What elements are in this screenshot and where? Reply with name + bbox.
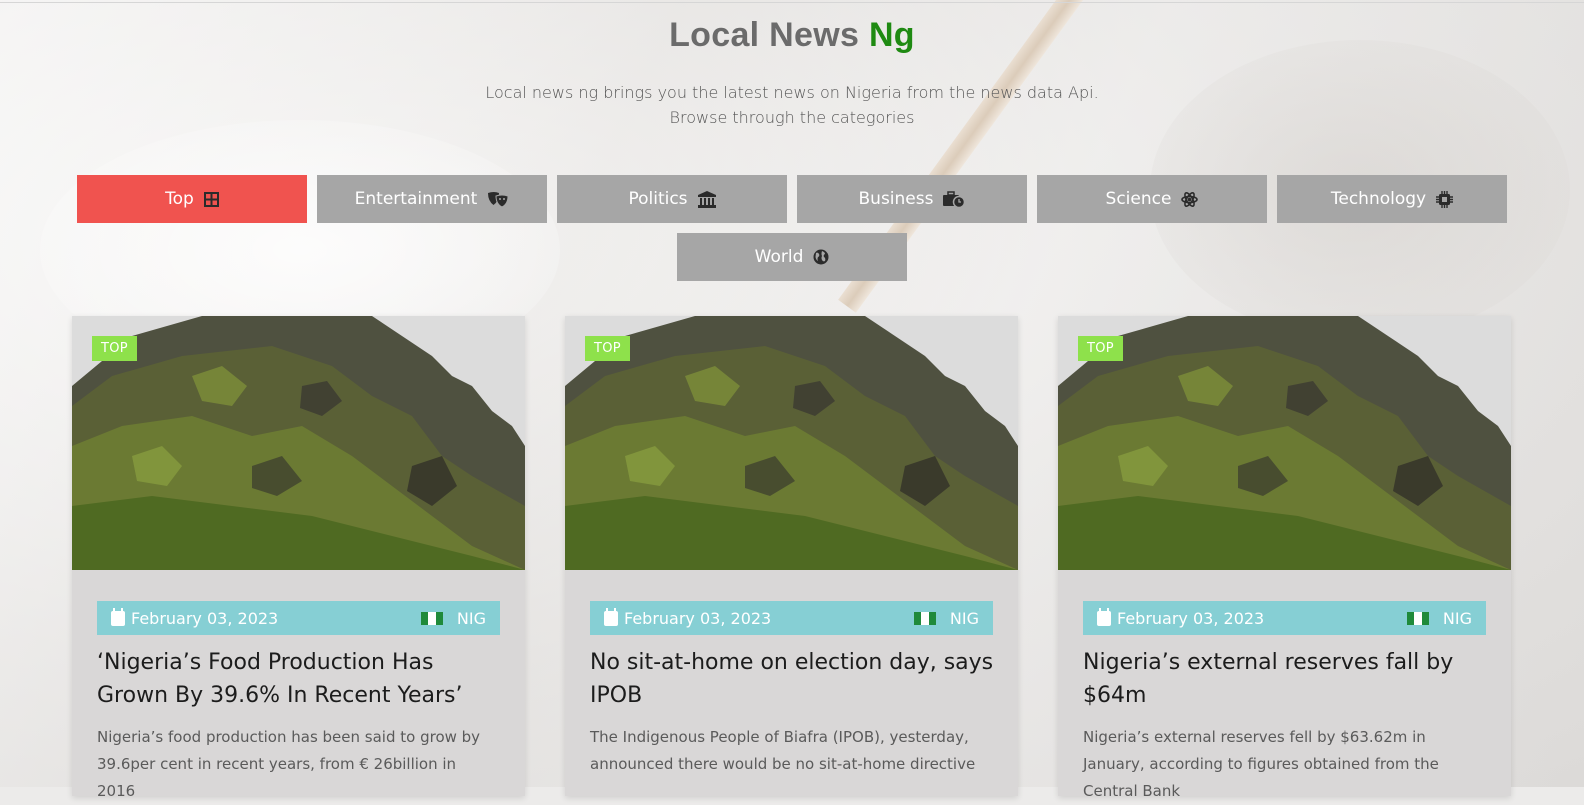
category-label: Politics	[628, 189, 688, 209]
masks-icon	[487, 191, 509, 208]
category-label: Top	[165, 189, 194, 209]
article-meta-bar: February 03, 2023 NIG	[97, 601, 500, 635]
calendar-icon	[604, 607, 618, 626]
article-country: NIG	[1442, 608, 1472, 628]
category-tag[interactable]: TOP	[585, 336, 630, 361]
category-button-entertainment[interactable]: Entertainment	[317, 175, 547, 223]
article-date: February 03, 2023	[131, 608, 279, 628]
nigeria-flag-icon	[1406, 611, 1429, 625]
article-country: NIG	[949, 608, 979, 628]
category-button-top[interactable]: Top	[77, 175, 307, 223]
globe-icon	[813, 249, 829, 265]
article-card[interactable]: TOP February 03, 2023 NIG No sit-at-home…	[565, 316, 1018, 796]
tagline-line-2: Browse through the categories	[669, 108, 915, 127]
site-title: Local News Ng	[0, 16, 1584, 55]
article-image[interactable]	[1058, 316, 1511, 570]
top-border	[0, 2, 1584, 3]
article-title[interactable]: ‘Nigeria’s Food Production Has Grown By …	[97, 646, 507, 712]
nigeria-flag-icon	[420, 611, 443, 625]
site-title-accent: Ng	[868, 16, 915, 54]
article-description: Nigeria’s external reserves fell by $63.…	[1083, 728, 1439, 800]
article-card[interactable]: TOP February 03, 2023 NIG ‘Nigeria’s Foo…	[72, 316, 525, 800]
article-description: Nigeria’s food production has been said …	[97, 728, 481, 800]
category-tag[interactable]: TOP	[1078, 336, 1123, 361]
category-button-technology[interactable]: Technology	[1277, 175, 1507, 223]
category-button-science[interactable]: Science	[1037, 175, 1267, 223]
article-description: The Indigenous People of Biafra (IPOB), …	[590, 728, 976, 773]
tagline-line-1: Local news ng brings you the latest news…	[485, 83, 1099, 102]
tagline: Local news ng brings you the latest news…	[0, 80, 1584, 130]
category-label: World	[754, 247, 804, 267]
briefcase-clock-icon	[943, 190, 966, 208]
article-title[interactable]: No sit-at-home on election day, says IPO…	[590, 646, 1000, 712]
article-date: February 03, 2023	[624, 608, 772, 628]
nigeria-flag-icon	[913, 611, 936, 625]
article-meta-bar: February 03, 2023 NIG	[590, 601, 993, 635]
grid-icon	[203, 191, 219, 207]
atom-icon	[1181, 191, 1199, 208]
category-button-world[interactable]: World	[677, 233, 907, 281]
chip-icon	[1436, 190, 1454, 208]
article-card[interactable]: TOP February 03, 2023 NIG Nigeria’s exte…	[1058, 316, 1511, 800]
article-image[interactable]	[565, 316, 1018, 570]
article-date: February 03, 2023	[1117, 608, 1265, 628]
site-title-main: Local News	[669, 16, 860, 54]
bank-icon	[697, 190, 716, 208]
article-image[interactable]	[72, 316, 525, 570]
category-label: Technology	[1330, 189, 1427, 209]
article-title[interactable]: Nigeria’s external reserves fall by $64m	[1083, 646, 1493, 712]
calendar-icon	[111, 607, 125, 626]
calendar-icon	[1097, 607, 1111, 626]
category-tag[interactable]: TOP	[92, 336, 137, 361]
category-button-politics[interactable]: Politics	[557, 175, 787, 223]
category-label: Science	[1105, 189, 1172, 209]
category-button-business[interactable]: Business	[797, 175, 1027, 223]
article-meta-bar: February 03, 2023 NIG	[1083, 601, 1486, 635]
article-country: NIG	[456, 608, 486, 628]
category-label: Business	[858, 189, 934, 209]
category-label: Entertainment	[354, 189, 478, 209]
